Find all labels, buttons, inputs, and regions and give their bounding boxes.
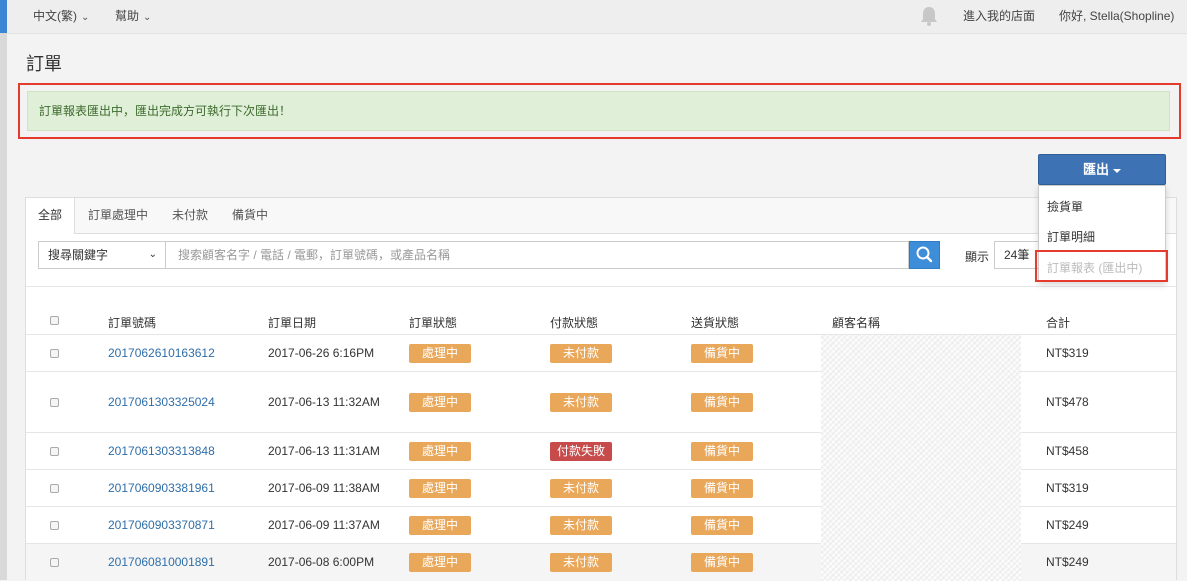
header-shipping-status[interactable]: 送貨狀態	[691, 314, 739, 331]
payment-status-badge: 未付款	[550, 516, 613, 535]
search-button[interactable]	[909, 241, 940, 269]
export-button[interactable]: 匯出	[1038, 154, 1166, 185]
language-menu[interactable]: 中文(繁) ⌄	[33, 7, 89, 24]
order-date: 2017-06-13 11:31AM	[268, 444, 380, 458]
order-id-link[interactable]: 2017061303325024	[108, 395, 215, 409]
chevron-down-icon: ⌄	[143, 12, 152, 23]
order-status-badge: 處理中	[409, 479, 472, 498]
caret-down-icon	[1113, 168, 1121, 173]
payment-status-badge: 未付款	[550, 553, 613, 572]
customer-name-redacted	[821, 335, 1021, 581]
order-total: NT$249	[1046, 518, 1089, 532]
order-total: NT$319	[1046, 481, 1089, 495]
tab-processing[interactable]: 訂單處理中	[76, 198, 160, 233]
help-menu[interactable]: 幫助 ⌄	[115, 7, 151, 24]
store-link[interactable]: 進入我的店面	[963, 7, 1035, 24]
header-total[interactable]: 合計	[1046, 314, 1070, 331]
row-checkbox[interactable]	[50, 484, 59, 493]
tab-unpaid[interactable]: 未付款	[160, 198, 220, 233]
shipping-status-badge: 備貨中	[691, 442, 754, 461]
order-total: NT$319	[1046, 346, 1089, 360]
payment-status-badge: 未付款	[550, 393, 613, 412]
search-row: 搜尋關鍵字 ⌄ 搜索顧客名字 / 電話 / 電郵，訂單號碼，或產品名稱 顯示 2…	[26, 234, 1176, 287]
order-total: NT$478	[1046, 395, 1089, 409]
order-id-link[interactable]: 2017060810001891	[108, 555, 215, 569]
row-checkbox[interactable]	[50, 447, 59, 456]
order-id-link[interactable]: 2017062610163612	[108, 346, 215, 360]
order-date: 2017-06-09 11:37AM	[268, 518, 380, 532]
shipping-status-badge: 備貨中	[691, 393, 754, 412]
shipping-status-badge: 備貨中	[691, 553, 754, 572]
order-id-link[interactable]: 2017061303313848	[108, 444, 215, 458]
order-id-link[interactable]: 2017060903370871	[108, 518, 215, 532]
language-label: 中文(繁)	[33, 9, 77, 23]
order-total: NT$458	[1046, 444, 1089, 458]
row-checkbox[interactable]	[50, 349, 59, 358]
header-order-status[interactable]: 訂單狀態	[409, 314, 457, 331]
order-status-badge: 處理中	[409, 393, 472, 412]
order-status-badge: 處理中	[409, 516, 472, 535]
export-label: 匯出	[1082, 162, 1109, 177]
search-field-select[interactable]: 搜尋關鍵字 ⌄	[38, 241, 166, 269]
menu-item-order-details[interactable]: 訂單明細	[1047, 228, 1095, 245]
search-field-value: 搜尋關鍵字	[48, 248, 109, 262]
order-id-link[interactable]: 2017060903381961	[108, 481, 215, 495]
header-order-id[interactable]: 訂單號碼	[108, 314, 156, 331]
payment-status-badge: 未付款	[550, 479, 613, 498]
row-checkbox[interactable]	[50, 521, 59, 530]
order-status-badge: 處理中	[409, 344, 472, 363]
top-nav-bar: 中文(繁) ⌄ 幫助 ⌄ 進入我的店面 你好, Stella(Shopline)	[0, 0, 1187, 34]
export-alert: 訂單報表匯出中，匯出完成方可執行下次匯出！	[27, 91, 1170, 131]
menu-item-highlight	[1035, 250, 1168, 282]
order-tabs: 全部 訂單處理中 未付款 備貨中	[26, 198, 1176, 234]
select-all-checkbox[interactable]	[50, 316, 59, 325]
main-content: 訂單 訂單報表匯出中，匯出完成方可執行下次匯出！ 全部 訂單處理中 未付款 備貨…	[8, 34, 1187, 581]
order-status-badge: 處理中	[409, 442, 472, 461]
order-status-badge: 處理中	[409, 553, 472, 572]
shipping-status-badge: 備貨中	[691, 516, 754, 535]
left-edge	[0, 33, 7, 580]
search-input[interactable]: 搜索顧客名字 / 電話 / 電郵，訂單號碼，或產品名稱	[166, 241, 909, 269]
chevron-down-icon: ⌄	[148, 249, 157, 260]
user-greeting[interactable]: 你好, Stella(Shopline)	[1059, 7, 1174, 24]
shipping-status-badge: 備貨中	[691, 479, 754, 498]
orders-panel: 全部 訂單處理中 未付款 備貨中 搜尋關鍵字 ⌄ 搜索顧客名字 / 電話 / 電…	[25, 197, 1177, 581]
tab-all[interactable]: 全部	[26, 198, 76, 234]
chevron-down-icon: ⌄	[81, 12, 90, 23]
header-customer-name[interactable]: 顧客名稱	[832, 314, 880, 331]
per-page-label: 顯示	[965, 250, 990, 264]
payment-status-badge: 未付款	[550, 344, 613, 363]
row-checkbox[interactable]	[50, 558, 59, 567]
shipping-status-badge: 備貨中	[691, 344, 754, 363]
order-date: 2017-06-13 11:32AM	[268, 395, 380, 409]
menu-item-picking-list[interactable]: 撿貨單	[1047, 198, 1083, 215]
order-date: 2017-06-08 6:00PM	[268, 555, 375, 569]
order-total: NT$249	[1046, 555, 1089, 569]
search-icon	[916, 246, 933, 263]
notification-bell-icon[interactable]	[919, 5, 939, 27]
help-label: 幫助	[115, 9, 140, 23]
page-title: 訂單	[26, 54, 62, 74]
payment-status-badge: 付款失敗	[550, 442, 613, 461]
table-header: 訂單號碼 訂單日期 訂單狀態 付款狀態 送貨狀態 顧客名稱 合計	[26, 306, 1176, 335]
header-payment-status[interactable]: 付款狀態	[550, 314, 598, 331]
greeting-text: 你好, Stella(Shopline)	[1059, 9, 1175, 23]
sidebar-accent	[0, 0, 7, 33]
row-checkbox[interactable]	[50, 398, 59, 407]
header-order-date[interactable]: 訂單日期	[268, 314, 316, 331]
tab-preparing[interactable]: 備貨中	[220, 198, 280, 233]
order-date: 2017-06-09 11:38AM	[268, 481, 380, 495]
order-date: 2017-06-26 6:16PM	[268, 346, 375, 360]
